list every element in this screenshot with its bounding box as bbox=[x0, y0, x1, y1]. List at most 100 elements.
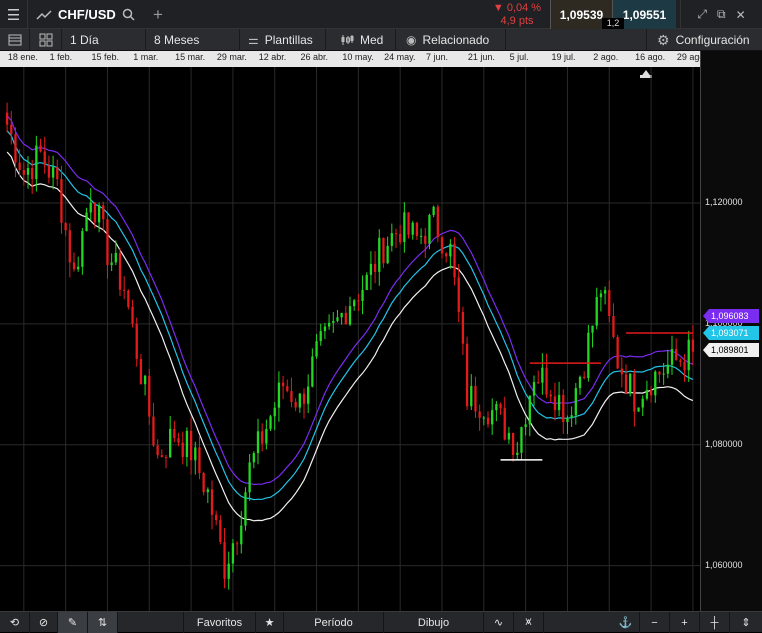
candle-body bbox=[591, 325, 594, 333]
candle-body bbox=[373, 263, 377, 272]
layout-icon[interactable] bbox=[30, 29, 62, 51]
wave-icon[interactable]: ⩙ bbox=[514, 612, 544, 633]
candle-body bbox=[181, 442, 184, 458]
templates-button[interactable]: ⚌ Plantillas bbox=[240, 29, 326, 51]
candle-body bbox=[206, 489, 209, 493]
period-button[interactable]: Período bbox=[284, 612, 384, 633]
candle-body bbox=[219, 520, 222, 542]
top-bar: ☰ CHF/USD + ▼ 0,04 % 4,9 pts 1,09539 1,0… bbox=[0, 0, 762, 29]
candle-body bbox=[210, 489, 214, 515]
candle-body bbox=[10, 124, 13, 135]
external-icon[interactable]: ⤢ bbox=[697, 7, 707, 22]
chart-line-icon bbox=[36, 9, 52, 20]
symbol-selector[interactable]: CHF/USD bbox=[32, 0, 144, 29]
candles-icon bbox=[341, 35, 354, 45]
chart-style-button[interactable]: Med bbox=[326, 29, 396, 51]
candle-body bbox=[223, 541, 226, 579]
favorites-label: Favoritos bbox=[196, 616, 243, 629]
chart-style-label: Med bbox=[360, 33, 384, 47]
candle-body bbox=[340, 312, 343, 318]
period-label: Período bbox=[314, 616, 353, 629]
candle-body bbox=[353, 300, 356, 307]
anchor-icon[interactable]: ⚓ bbox=[612, 612, 640, 633]
sidebar-icon[interactable] bbox=[0, 29, 30, 51]
candle-body bbox=[654, 371, 657, 396]
candle-body bbox=[524, 424, 527, 428]
candle-body bbox=[465, 343, 469, 407]
candle-body bbox=[541, 367, 544, 383]
symbol-label: CHF/USD bbox=[58, 7, 116, 22]
date-tick-label: 19 jul. bbox=[551, 52, 576, 62]
menu-icon[interactable]: ☰ bbox=[0, 0, 28, 29]
range-selector[interactable]: 8 Meses bbox=[146, 29, 240, 51]
candle-body bbox=[281, 382, 285, 387]
candle-body bbox=[357, 300, 360, 302]
search-icon[interactable] bbox=[122, 8, 135, 21]
candle-body bbox=[47, 165, 51, 178]
favorites-button[interactable]: Favoritos bbox=[184, 612, 256, 633]
candle-body bbox=[361, 289, 364, 301]
price-chart[interactable] bbox=[0, 67, 700, 611]
close-icon[interactable]: ✕ bbox=[736, 8, 746, 22]
minus-icon[interactable]: − bbox=[640, 612, 670, 633]
plus-icon[interactable]: + bbox=[146, 0, 170, 29]
forbid-icon[interactable]: ⊘ bbox=[30, 612, 58, 633]
interval-selector[interactable]: 1 Día bbox=[62, 29, 146, 51]
candle-body bbox=[5, 112, 9, 125]
candle-body bbox=[198, 447, 201, 474]
related-button[interactable]: ◉ Relacionado bbox=[396, 29, 506, 51]
candle-body bbox=[503, 408, 506, 440]
candle-body bbox=[612, 316, 615, 337]
templates-label: Plantillas bbox=[264, 33, 313, 47]
candle-body bbox=[323, 326, 327, 332]
price-tick-label: 1,120000 bbox=[705, 197, 743, 207]
candle-body bbox=[31, 168, 34, 179]
candle-body bbox=[424, 235, 427, 244]
date-tick-label: 5 jul. bbox=[509, 52, 529, 62]
candle-body bbox=[624, 374, 628, 394]
candle-body bbox=[319, 331, 322, 342]
candle-body bbox=[261, 431, 264, 444]
candle-body bbox=[72, 262, 76, 270]
vertical-fit-icon[interactable]: ⇕ bbox=[730, 612, 762, 633]
candle-body bbox=[269, 416, 272, 429]
candle-body bbox=[273, 407, 276, 417]
candle-body bbox=[574, 388, 577, 416]
candle-body bbox=[532, 382, 536, 396]
candle-body bbox=[436, 206, 439, 238]
drawing-button[interactable]: Dibujo bbox=[384, 612, 484, 633]
candle-body bbox=[81, 231, 84, 267]
candle-body bbox=[135, 323, 138, 360]
candle-body bbox=[411, 222, 414, 235]
candle-body bbox=[39, 145, 42, 152]
candle-body bbox=[77, 266, 80, 270]
popout-icon[interactable]: ⧉ bbox=[717, 7, 726, 22]
fibonacci-icon[interactable]: ∿ bbox=[484, 612, 514, 633]
interval-label: 1 Día bbox=[70, 33, 99, 47]
star-icon[interactable]: ★ bbox=[256, 612, 284, 633]
date-tick-label: 24 may. bbox=[384, 52, 416, 62]
candle-body bbox=[649, 389, 653, 396]
crosshair-icon[interactable]: ┼ bbox=[700, 612, 730, 633]
date-tick-label: 2 ago. bbox=[593, 52, 619, 62]
settings-label: Configuración bbox=[675, 33, 750, 47]
candle-body bbox=[666, 364, 669, 374]
indicator-value-tag: 1,089801 bbox=[703, 343, 759, 357]
pencil-icon[interactable]: ✎ bbox=[58, 612, 88, 633]
indicator-value-tag: 1,093071 bbox=[703, 326, 759, 340]
gear-icon: ⚙ bbox=[657, 31, 670, 48]
candle-body bbox=[118, 252, 122, 290]
candle-body bbox=[85, 212, 88, 232]
candle-body bbox=[277, 382, 281, 408]
candle-body bbox=[390, 233, 393, 246]
candle-body bbox=[235, 543, 239, 545]
candle-body bbox=[18, 162, 21, 170]
candle-body bbox=[131, 306, 134, 324]
settings-button[interactable]: ⚙ Configuración bbox=[646, 29, 762, 51]
plus-zoom-icon[interactable]: + bbox=[670, 612, 700, 633]
candle-body bbox=[22, 169, 25, 175]
refresh-icon[interactable]: ⟲ bbox=[0, 612, 30, 633]
candle-body bbox=[658, 371, 661, 375]
candle-body bbox=[683, 361, 686, 371]
arrows-icon[interactable]: ⇅ bbox=[88, 612, 118, 633]
